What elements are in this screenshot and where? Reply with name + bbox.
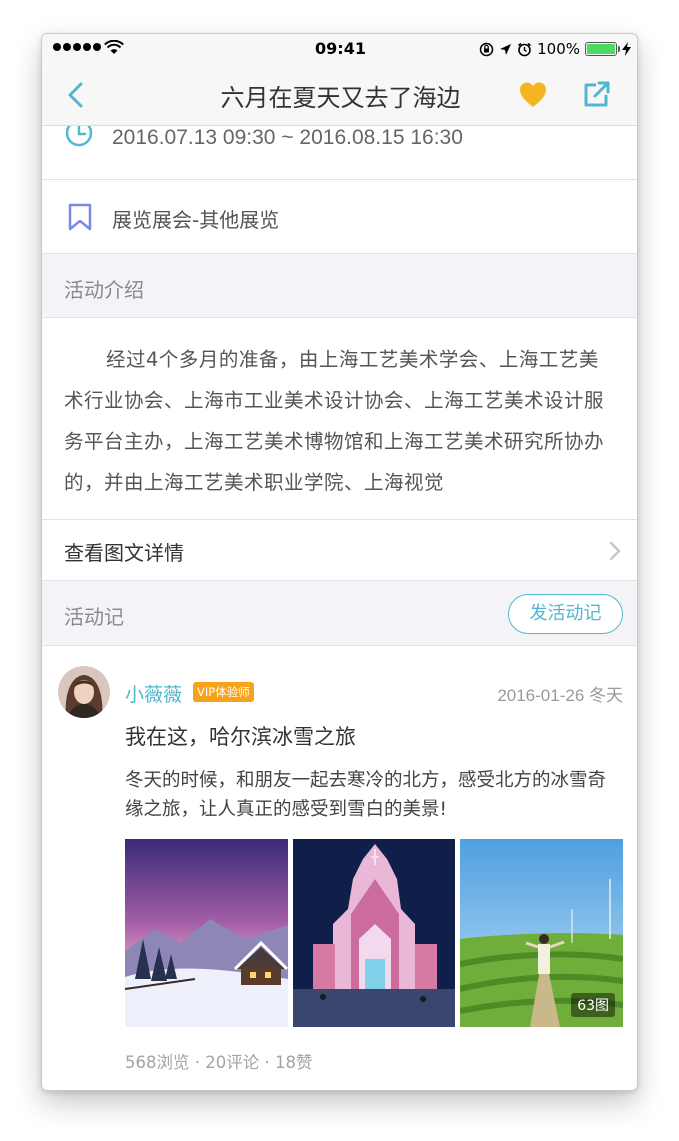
share-icon[interactable] <box>582 79 612 109</box>
event-time-row: 2016.07.13 09:30 ~ 2016.08.15 16:30 <box>42 126 637 180</box>
event-time: 2016.07.13 09:30 ~ 2016.08.15 16:30 <box>112 126 463 149</box>
view-detail-link[interactable]: 查看图文详情 <box>42 520 637 581</box>
photo-count: 63图 <box>571 993 616 1017</box>
intro-body: 经过4个多月的准备，由上海工艺美术学会、上海工艺美术行业协会、上海市工业美术设计… <box>42 318 637 520</box>
avatar[interactable] <box>58 666 110 718</box>
post-text: 冬天的时候，和朋友一起去寒冷的北方，感受北方的冰雪奇缘之旅，让人真正的感受到雪白… <box>125 770 607 820</box>
alarm-icon <box>518 42 532 56</box>
photo-ice-castle[interactable] <box>292 839 456 1027</box>
charging-icon <box>622 42 631 56</box>
notes-section-header: 活动记 发活动记 <box>42 581 637 646</box>
photo-snow-cabin[interactable] <box>125 839 288 1027</box>
battery-icon <box>585 42 620 56</box>
battery-percent: 100% <box>537 40 580 58</box>
post-title[interactable]: 我在这，哈尔滨冰雪之旅 <box>125 721 356 751</box>
favorite-heart-icon[interactable] <box>518 80 548 110</box>
nav-bar: 六月在夏天又去了海边 <box>42 64 637 126</box>
intro-section-header: 活动介绍 <box>42 254 637 318</box>
note-post: 小薇薇 VIP体验师 2016-01-26 冬天 我在这，哈尔滨冰雪之旅 冬天的… <box>42 646 637 1090</box>
intro-section-title: 活动介绍 <box>64 278 144 302</box>
vip-badge: VIP体验师 <box>193 682 254 702</box>
phone-frame: 09:41 100% 六月在夏天又去了海边 2016.07.13 09:30 ~… <box>41 33 638 1091</box>
chevron-right-icon <box>609 541 621 561</box>
post-username[interactable]: 小薇薇 <box>125 680 182 707</box>
location-icon <box>500 43 512 55</box>
bookmark-icon <box>68 203 92 231</box>
clock-icon <box>66 126 93 147</box>
battery-fill <box>587 44 615 54</box>
event-category: 展览展会-其他展览 <box>112 208 280 232</box>
event-category-row: 展览展会-其他展览 <box>42 180 637 254</box>
photo-tea-field[interactable]: 63图 <box>460 839 624 1027</box>
status-right: 100% <box>479 40 631 58</box>
intro-text: 经过4个多月的准备，由上海工艺美术学会、上海工艺美术行业协会、上海市工业美术设计… <box>64 348 605 494</box>
post-stats: 568浏览 · 20评论 · 18赞 <box>125 1053 313 1072</box>
notes-section-title: 活动记 <box>64 605 124 629</box>
page-title: 六月在夏天又去了海边 <box>220 84 461 112</box>
post-note-button[interactable]: 发活动记 <box>508 594 623 634</box>
view-detail-label: 查看图文详情 <box>64 541 184 565</box>
post-date: 2016-01-26 冬天 <box>497 686 623 705</box>
post-photos[interactable]: 63图 <box>125 839 624 1027</box>
status-bar: 09:41 100% <box>42 34 637 64</box>
rotation-lock-icon <box>479 42 494 56</box>
